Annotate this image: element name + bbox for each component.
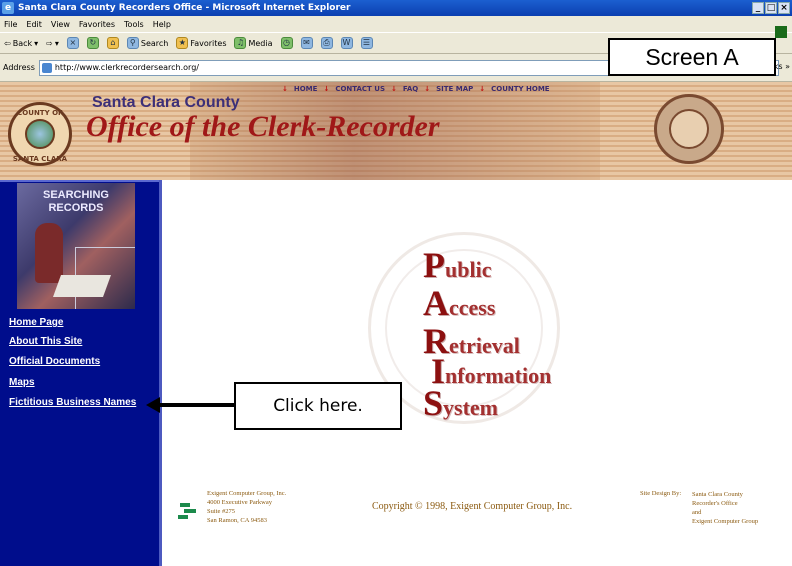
click-here-callout: Click here. [234,382,402,430]
refresh-icon[interactable]: ↻ [86,37,99,49]
sidebar-item-fictitious-business-names[interactable]: Fictitious Business Names [9,397,136,408]
nav-home[interactable]: HOME [294,85,318,93]
office-title: Office of the Clerk-Recorder [86,110,440,143]
menu-bar: File Edit View Favorites Tools Help [0,16,792,32]
mail-icon[interactable]: ✉ [300,37,313,49]
paris-word: ccess [449,295,496,320]
minimize-button[interactable]: _ [752,2,764,14]
address-url: http://www.clerkrecordersearch.org/ [54,63,199,72]
nav-county-home[interactable]: COUNTY HOME [491,85,549,93]
annotation-arrow [158,403,236,407]
back-arrow-icon: ⇦ [4,38,11,48]
favorites-label: Favorites [190,38,227,48]
menu-file[interactable]: File [4,20,17,29]
seal-bottom-text: SANTA CLARA [12,155,68,163]
nav-bullet-icon: ↓ [479,85,486,93]
address-line: Exigent Computer Group, Inc. [207,490,287,497]
media-icon: ♫ [234,37,247,49]
recorder-seal-icon [654,94,724,164]
searching-records-image: SEARCHING RECORDS [17,183,135,309]
close-button[interactable]: × [778,2,790,14]
favorites-button[interactable]: ★ Favorites [176,37,226,49]
window-title: Santa Clara County Recorders Office - Mi… [18,3,351,13]
address-line: 4000 Executive Parkway [207,499,272,506]
discuss-icon[interactable]: ☰ [360,37,373,49]
site-design-label: Site Design By: [640,490,682,497]
nav-contact-us[interactable]: CONTACT US [335,85,385,93]
search-icon: ⚲ [126,37,139,49]
image-caption-1: SEARCHING [42,189,109,201]
sidebar-item-maps[interactable]: Maps [9,377,35,388]
menu-favorites[interactable]: Favorites [79,20,115,29]
address-line: Suite #275 [207,508,235,515]
county-seal-icon: COUNTY OF SANTA CLARA [8,102,72,166]
menu-tools[interactable]: Tools [124,20,144,29]
paris-initial: A [423,283,449,323]
paris-initial: P [423,245,445,285]
search-button[interactable]: ⚲ Search [126,37,169,49]
window-title-bar: e Santa Clara County Recorders Office - … [0,0,792,16]
media-button[interactable]: ♫ Media [234,37,273,49]
ie-logo-icon: e [2,2,14,14]
stop-icon[interactable]: × [66,37,79,49]
recorder-seal-center [669,109,709,149]
sidebar-edge [159,180,162,566]
maximize-button[interactable]: □ [765,2,777,14]
nav-site-map[interactable]: SITE MAP [436,85,473,93]
nav-faq[interactable]: FAQ [403,85,418,93]
sidebar-item-about-this-site[interactable]: About This Site [9,336,82,347]
search-label: Search [140,38,169,48]
nav-bullet-icon: ↓ [323,85,330,93]
page-icon [41,62,52,73]
forward-arrow-icon: ⇨ [46,38,53,48]
address-line: San Ramon, CA 94583 [207,517,267,524]
home-icon[interactable]: ⌂ [106,37,119,49]
forward-button[interactable]: ⇨ ▾ [46,39,59,48]
nav-bullet-icon: ↓ [282,85,288,93]
image-caption-2: RECORDS [48,202,104,214]
book-icon [52,275,112,297]
top-navigation: ↓ HOME ↓ CONTACT US ↓ FAQ ↓ SITE MAP ↓ C… [282,85,550,93]
credit-line: Recorder's Office [692,500,738,507]
sidebar-divider [0,180,162,182]
screen-a-label: Screen A [608,38,776,76]
chevron-down-icon: ▾ [34,38,39,48]
back-button[interactable]: ⇦ Back ▾ [4,39,38,48]
chevron-down-icon: ▾ [54,38,59,48]
paris-word: ystem [443,395,499,420]
copyright-notice: Copyright © 1998, Exigent Computer Group… [372,501,573,512]
seal-top-text: COUNTY OF [17,109,63,117]
credit-line: and [692,509,702,516]
credit-line: Santa Clara County [692,491,743,498]
paris-word: ublic [445,257,492,282]
site-design-credit: Santa Clara County Recorder's Office and… [692,490,758,526]
print-icon[interactable]: ⎙ [320,37,333,49]
paris-line-public: Public [423,244,491,286]
menu-help[interactable]: Help [153,20,171,29]
nav-bullet-icon: ↓ [390,85,397,93]
window-controls: _ □ × [752,2,790,14]
reader-figure [35,223,63,283]
seal-center [25,119,55,149]
arrow-left-icon [146,397,160,413]
star-icon: ★ [176,37,189,49]
sidebar-item-home-page[interactable]: Home Page [9,317,63,328]
menu-view[interactable]: View [51,20,70,29]
exigent-logo-icon [178,501,196,523]
sidebar-item-official-documents[interactable]: Official Documents [9,356,100,367]
history-icon[interactable]: ◷ [280,37,293,49]
company-address: Exigent Computer Group, Inc. 4000 Execut… [207,489,286,525]
credit-line: Exigent Computer Group [692,518,759,525]
menu-edit[interactable]: Edit [26,20,42,29]
paris-initial: S [423,383,444,423]
back-label: Back [12,38,33,48]
nav-bullet-icon: ↓ [424,85,431,93]
windows-flag-icon [775,26,787,38]
edit-icon[interactable]: W [340,37,353,49]
address-label: Address [3,63,35,72]
media-label: Media [248,38,273,48]
paris-line-system: System [423,382,498,424]
links-button[interactable]: ks » [774,62,790,71]
paris-line-access: Access [423,282,495,324]
